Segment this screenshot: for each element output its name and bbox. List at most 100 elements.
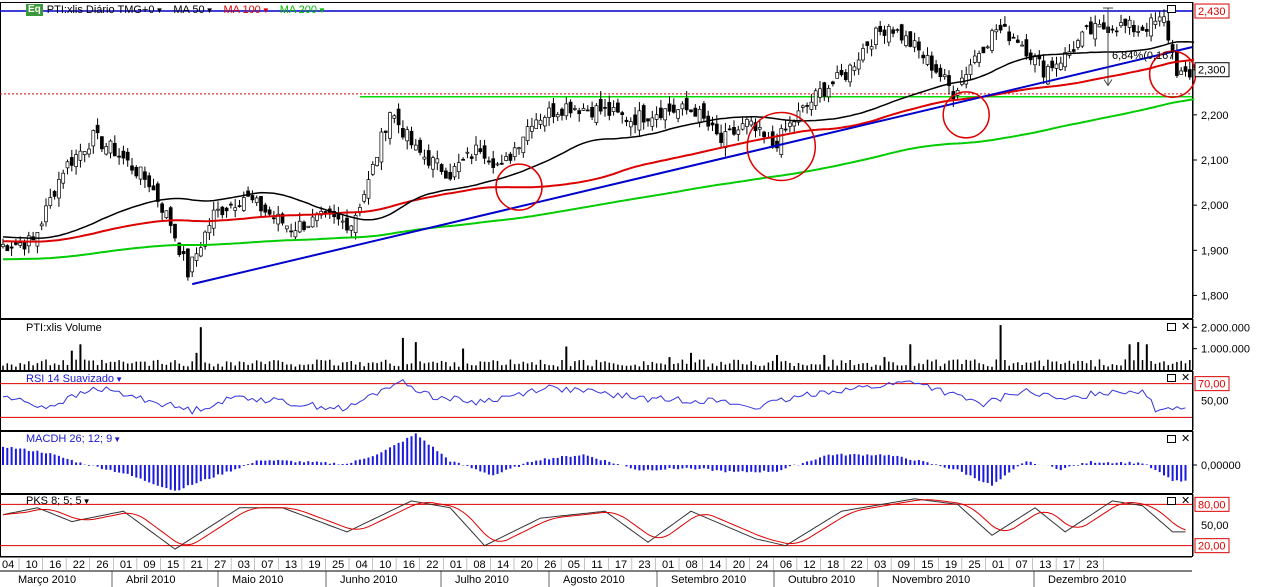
candle-body [418, 139, 422, 153]
candle-body [168, 207, 173, 226]
eq-badge[interactable]: Eq [26, 4, 43, 16]
maximize-icon[interactable] [1167, 323, 1176, 331]
candle-body [478, 148, 483, 153]
x-month-label: Dezembro 2010 [1048, 574, 1126, 586]
candle-body [121, 150, 126, 159]
candle-body [259, 195, 263, 212]
candle-body [981, 46, 986, 54]
candle-body [181, 251, 186, 255]
ma100-line [3, 58, 1195, 243]
candle-body [487, 160, 491, 163]
candle-body [87, 148, 91, 155]
candle-body [934, 64, 938, 73]
x-day-label: 20 [733, 559, 745, 571]
x-month-label: Março 2010 [18, 574, 76, 586]
candle-body [198, 247, 203, 257]
candle-body [57, 179, 61, 199]
macd-tick-label: 0,00000 [1201, 460, 1241, 472]
candle-body [267, 209, 272, 215]
x-day-label: 25 [968, 559, 980, 571]
candle-body [749, 120, 754, 126]
candle-body [671, 104, 676, 113]
candle-body [745, 118, 749, 128]
candle-body [843, 72, 848, 81]
candle-body [147, 175, 152, 188]
candle-body [835, 72, 840, 79]
candle-body [9, 246, 14, 249]
macd-panel-title[interactable]: MACDH 26; 12; 9▼ [26, 433, 121, 445]
close-icon[interactable]: ✕ [1181, 496, 1190, 507]
candle-body [194, 253, 199, 261]
volume-tick-label: 2.000.000 [1201, 322, 1250, 334]
x-day-label: 23 [1086, 559, 1098, 571]
candle-body [112, 142, 117, 157]
candle-body [151, 185, 156, 191]
candle-body [594, 105, 599, 123]
x-day-label: 20 [521, 559, 533, 571]
candle-body [869, 46, 874, 50]
maximize-icon[interactable] [1167, 435, 1176, 443]
x-day-label: 13 [285, 559, 297, 571]
chart-canvas: 1,8001,9002,0002,1002,2002,3002,4302,300… [0, 2, 1250, 587]
candle-body [788, 122, 792, 127]
x-month-label: Agosto 2010 [563, 574, 625, 586]
x-day-label: 11 [591, 559, 602, 571]
ma100-label[interactable]: MA 100▼ [224, 4, 270, 16]
symbol-label[interactable]: PTI:xlis Diário TMG+0▼ [47, 4, 164, 16]
candle-body [680, 103, 685, 110]
candle-body [396, 108, 401, 126]
rsi-panel-title[interactable]: RSI 14 Suavizado▼ [26, 373, 123, 385]
candle-body [555, 114, 560, 118]
x-month-label: Novembro 2010 [892, 574, 970, 586]
pks-tick-label: 20,00 [1198, 541, 1226, 553]
candle-body [809, 101, 814, 110]
candle-body [211, 209, 216, 229]
maximize-icon[interactable] [1167, 5, 1176, 13]
candle-body [241, 197, 246, 211]
candle-body [1136, 31, 1141, 33]
candle-body [542, 117, 547, 127]
pks-panel-title[interactable]: PKS 8; 5; 5▼ [26, 495, 91, 507]
candle-body [220, 206, 225, 216]
candle-body [1183, 66, 1188, 72]
candle-body [482, 145, 487, 159]
candle-body [134, 167, 139, 177]
candle-body [44, 205, 48, 223]
candle-body [684, 98, 689, 111]
candle-body [607, 101, 612, 116]
candle-body [164, 210, 169, 219]
target-price-label: 2,300 [1198, 65, 1226, 77]
close-icon[interactable]: ✕ [1181, 322, 1190, 333]
candle-body [874, 27, 878, 45]
candle-body [474, 144, 478, 155]
x-day-label: 07 [1016, 559, 1028, 571]
candle-body [1050, 60, 1055, 69]
x-day-label: 04 [2, 559, 14, 571]
candle-body [448, 171, 453, 180]
maximize-icon[interactable] [1167, 374, 1176, 382]
candle-body [1153, 20, 1158, 25]
candle-body [95, 124, 100, 134]
x-day-label: 16 [49, 559, 61, 571]
close-icon[interactable]: ✕ [1181, 434, 1190, 445]
rsi-tick-label: 70,00 [1198, 379, 1226, 391]
x-day-label: 09 [143, 559, 155, 571]
candle-body [676, 109, 680, 119]
candle-body [878, 26, 883, 32]
ma50-label[interactable]: MA 50▼ [173, 4, 213, 16]
x-day-label: 19 [308, 559, 320, 571]
candle-body [912, 40, 917, 48]
candle-body [65, 161, 70, 169]
ma200-label[interactable]: MA 200▼ [280, 4, 326, 16]
candle-body [616, 102, 620, 113]
candle-body [573, 108, 577, 110]
maximize-icon[interactable] [1167, 497, 1176, 505]
rsi-tick-label: 50,00 [1201, 396, 1229, 408]
close-icon[interactable]: ✕ [1181, 373, 1190, 384]
y-tick-label: 1,900 [1201, 245, 1229, 257]
candle-body [689, 109, 693, 112]
candle-body [499, 162, 504, 165]
candle-body [250, 195, 255, 201]
x-day-label: 07 [261, 559, 273, 571]
candle-body [461, 158, 465, 161]
